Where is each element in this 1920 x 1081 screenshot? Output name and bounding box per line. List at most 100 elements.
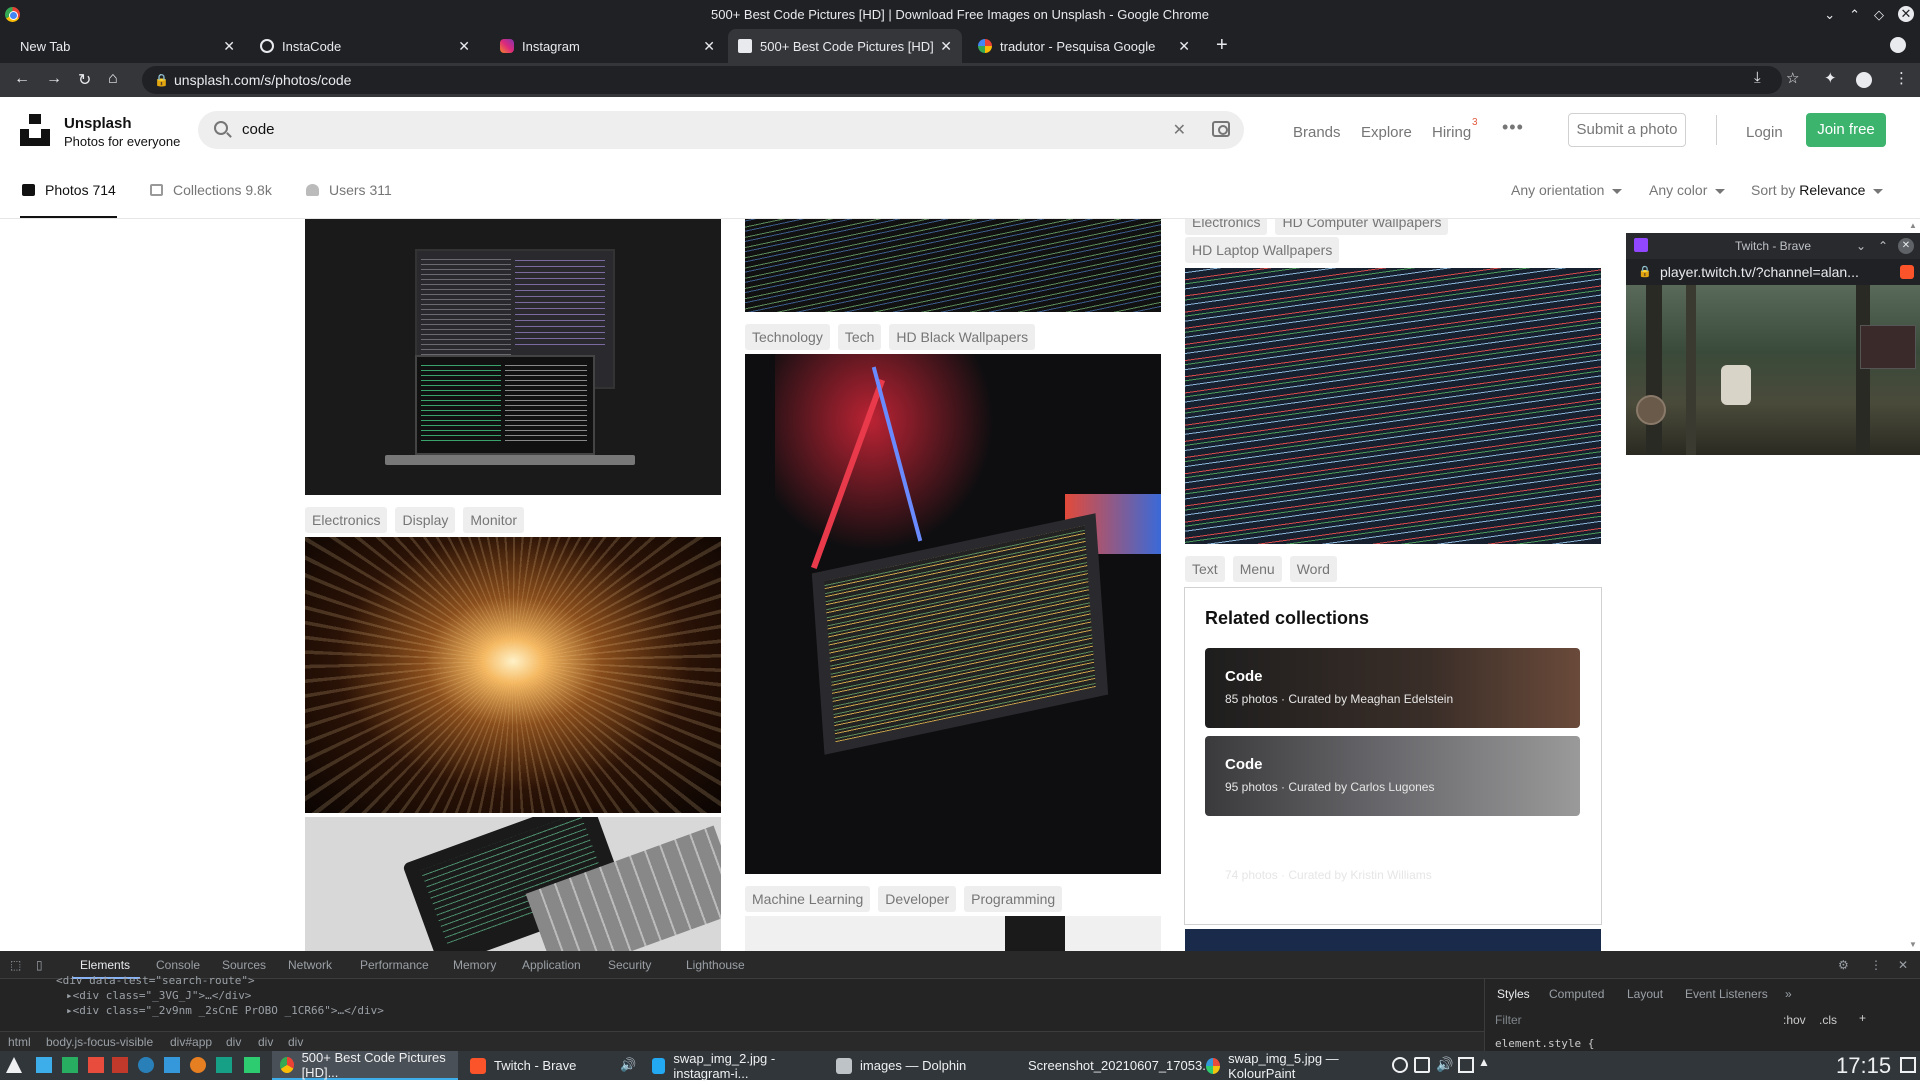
dom-line[interactable]: ▸<div class="_3VG_J">…</div> [66, 989, 251, 1002]
chrome-menu-icon[interactable]: ⋮ [1894, 69, 1909, 87]
tag[interactable]: Monitor [463, 507, 525, 533]
bookmark-star-icon[interactable]: ☆ [1786, 69, 1799, 87]
close-tab-icon[interactable]: ✕ [223, 38, 235, 55]
close-window-icon[interactable]: ✕ [1898, 6, 1914, 22]
tag[interactable]: Electronics [305, 507, 388, 533]
login-link[interactable]: Login [1746, 124, 1783, 141]
color-filter[interactable]: Any color [1649, 182, 1726, 198]
webstorm-icon[interactable] [216, 1057, 232, 1073]
tag[interactable]: HD Black Wallpapers [889, 324, 1036, 350]
close-tab-icon[interactable]: ✕ [458, 38, 470, 55]
tray-expand-icon[interactable]: ▲ [1478, 1055, 1494, 1071]
photo-laptop-monitor[interactable] [305, 219, 721, 495]
close-devtools-icon[interactable]: ✕ [1898, 958, 1908, 972]
devtools-tab-console[interactable]: Console [156, 958, 200, 972]
tag[interactable]: Programming [964, 886, 1063, 912]
dom-line[interactable]: ▸<div class="_2v9nm _2sCnE PrOBO _1CR66"… [66, 1004, 384, 1017]
search-input[interactable]: code ✕ [198, 111, 1244, 149]
tab-photos[interactable]: Photos 714 [22, 182, 116, 198]
join-free-button[interactable]: Join free [1806, 113, 1886, 147]
settings-gear-icon[interactable]: ⚙ [1838, 958, 1849, 972]
pycharm-icon[interactable] [244, 1057, 260, 1073]
scroll-down-icon[interactable]: ▼ [1909, 940, 1917, 949]
close-tab-icon[interactable]: ✕ [1178, 38, 1190, 55]
tag[interactable]: HD Computer Wallpapers [1275, 219, 1449, 235]
restore-icon[interactable]: ◇ [1874, 0, 1884, 29]
firefox-icon[interactable] [190, 1057, 206, 1073]
tab-users[interactable]: Users 311 [306, 182, 392, 198]
photo-laptop-code[interactable] [305, 817, 721, 951]
photo-partial[interactable] [1185, 929, 1601, 951]
tag[interactable]: Developer [878, 886, 957, 912]
clear-search-icon[interactable]: ✕ [1173, 120, 1186, 140]
profile-avatar-icon[interactable] [1856, 72, 1872, 88]
collection-card[interactable]: Code 74 photos · Curated by Kristin Will… [1205, 824, 1580, 904]
devtools-tab-security[interactable]: Security [608, 958, 651, 972]
task-kolourpaint[interactable]: swap_img_5.jpg — KolourPaint [1198, 1051, 1388, 1081]
tag[interactable]: Menu [1232, 556, 1282, 582]
close-tab-icon[interactable]: ✕ [703, 38, 715, 55]
dom-tree[interactable]: <div data-test="search-route"> ▸<div cla… [0, 974, 1484, 1031]
visual-search-icon[interactable] [1212, 121, 1230, 137]
photo-light-tunnel[interactable] [305, 537, 721, 813]
tab-unsplash[interactable]: 500+ Best Code Pictures [HD] ✕ [728, 29, 962, 63]
tag[interactable]: Word [1289, 556, 1337, 582]
tag[interactable]: Machine Learning [745, 886, 871, 912]
stream-video[interactable] [1626, 285, 1920, 455]
unsplash-logo-icon[interactable] [20, 114, 50, 146]
computed-tab[interactable]: Computed [1549, 987, 1604, 1001]
sort-filter[interactable]: Sort by Relevance [1751, 182, 1884, 198]
crumb[interactable]: div [258, 1035, 273, 1049]
crumb[interactable]: html [8, 1035, 31, 1049]
devtools-tab-network[interactable]: Network [288, 958, 332, 972]
inspect-element-icon[interactable]: ⬚ [10, 958, 21, 972]
maximize-icon[interactable]: ⌃ [1878, 233, 1888, 259]
app-launcher-icon[interactable] [6, 1057, 22, 1073]
twitch-popup-window[interactable]: Twitch - Brave ⌄ ⌃ ✕ 🔒 player.twitch.tv/… [1626, 233, 1920, 455]
address-bar[interactable]: 🔒 unsplash.com/s/photos/code [142, 66, 1782, 94]
devtools-tab-sources[interactable]: Sources [222, 958, 266, 972]
expand-triangle-icon[interactable]: ▸ [66, 1004, 73, 1017]
hov-toggle[interactable]: :hov [1783, 1013, 1806, 1027]
network-icon[interactable] [1458, 1057, 1474, 1073]
task-screenshot[interactable]: Screenshot_20210607_17053... [1012, 1051, 1213, 1080]
collection-card[interactable]: Code 85 photos · Curated by Meaghan Edel… [1205, 648, 1580, 728]
devtools-tab-memory[interactable]: Memory [453, 958, 496, 972]
devtools-tab-performance[interactable]: Performance [360, 958, 429, 972]
volume-icon[interactable]: 🔊 [1436, 1056, 1453, 1072]
home-icon[interactable]: ⌂ [108, 70, 118, 88]
dom-line[interactable]: <div data-test="search-route"> [56, 974, 255, 987]
tag[interactable]: Tech [837, 324, 882, 350]
word-icon[interactable] [138, 1057, 154, 1073]
new-tab-plus-icon[interactable]: + [1216, 34, 1228, 57]
devtools-tab-application[interactable]: Application [522, 958, 581, 972]
calculator-icon[interactable] [62, 1057, 78, 1073]
scroll-up-icon[interactable]: ▲ [1909, 221, 1917, 230]
media-player-icon[interactable] [1392, 1057, 1408, 1073]
tab-search-icon[interactable] [1890, 37, 1906, 53]
tag[interactable]: Technology [745, 324, 830, 350]
minimize-icon[interactable]: ⌄ [1824, 0, 1835, 29]
tag[interactable]: Display [395, 507, 456, 533]
crumb[interactable]: div [288, 1035, 303, 1049]
photo-partial[interactable] [745, 916, 1161, 951]
crumb[interactable]: body.js-focus-visible [46, 1035, 153, 1049]
show-desktop-icon[interactable] [36, 1057, 52, 1073]
brand-name[interactable]: Unsplash [64, 115, 132, 132]
brave-shield-icon[interactable] [1900, 265, 1914, 279]
task-dolphin[interactable]: images — Dolphin [828, 1051, 1008, 1080]
tab-new-tab[interactable]: New Tab ✕ [0, 29, 245, 63]
more-tabs-icon[interactable]: » [1785, 987, 1792, 1001]
styles-tab[interactable]: Styles [1497, 987, 1530, 1001]
files-icon[interactable] [88, 1057, 104, 1073]
tab-instacode[interactable]: InstaCode ✕ [250, 29, 480, 63]
devtools-tab-lighthouse[interactable]: Lighthouse [686, 958, 745, 972]
nav-hiring[interactable]: Hiring [1432, 124, 1471, 141]
back-arrow-icon[interactable]: ← [14, 70, 30, 88]
crumb[interactable]: div#app [170, 1035, 212, 1049]
crumb[interactable]: div [226, 1035, 241, 1049]
nav-explore[interactable]: Explore [1361, 124, 1412, 141]
ide-icon[interactable] [112, 1057, 128, 1073]
close-tab-icon[interactable]: ✕ [940, 38, 952, 55]
tag[interactable]: HD Laptop Wallpapers [1185, 237, 1340, 263]
